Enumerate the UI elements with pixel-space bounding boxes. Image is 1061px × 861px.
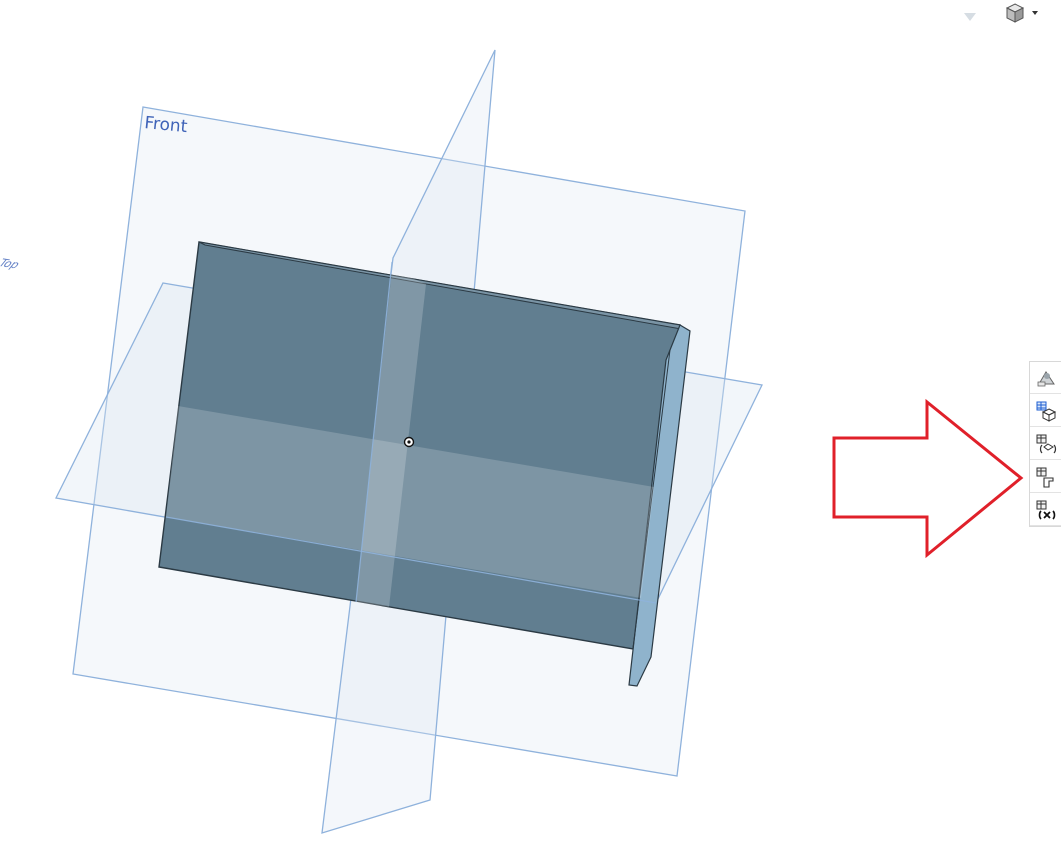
view-cube-caret-icon [1032,11,1038,15]
parts-list-icon [1036,401,1057,422]
graphics-area[interactable]: Front Top [0,0,1061,861]
parts-list-panel-button[interactable] [1030,395,1061,427]
top-plane-label: Top [0,256,23,271]
origin-point-dot [407,440,411,444]
view-cube-menu-button[interactable] [1004,2,1044,24]
caret-down-icon [964,13,976,21]
variables-panel-button[interactable] [1030,494,1061,526]
mass-properties-panel-button[interactable] [1030,428,1061,460]
mass-properties-icon [1036,434,1057,453]
sheet-metal-table-icon [1036,467,1054,488]
view-options-caret[interactable] [961,8,979,26]
view-cube-icon [1005,3,1025,23]
appearance-panel-button[interactable] [1030,362,1061,394]
appearance-icon [1037,370,1055,386]
front-plane-label: Front [144,113,189,137]
sheet-metal-table-panel-button[interactable] [1030,461,1061,493]
right-tool-panel [1029,361,1061,527]
variables-icon [1036,500,1056,520]
